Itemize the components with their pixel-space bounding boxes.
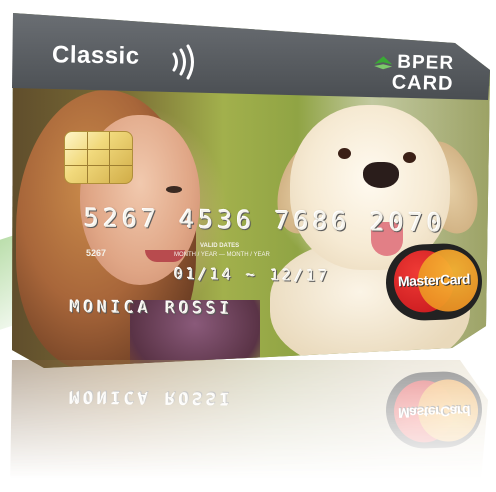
mastercard-logo-icon: MasterCard [384, 242, 484, 322]
mastercard-label: MasterCard [397, 270, 471, 290]
brand-top-row: BPER [372, 52, 454, 74]
card-number-short: 5267 [86, 248, 107, 258]
card-number: 5267 4536 7686 2070 [83, 203, 447, 238]
chip-icon [64, 131, 133, 184]
card-brand: BPER CARD [371, 52, 454, 96]
reflection-cardholder-name: MONICA ROSSI [69, 387, 234, 408]
woman-eye-right [166, 186, 182, 193]
reflection-mastercard-label: MasterCard [397, 402, 471, 422]
valid-dates: 01/14 ~ 12/17 [173, 264, 331, 286]
dog-eye-right [403, 152, 416, 163]
contactless-icon [172, 44, 194, 80]
dog-eye-left [338, 148, 351, 159]
card-reflection: MONICA ROSSI MasterCard [0, 360, 496, 492]
reflection-mastercard-logo: MasterCard [384, 370, 484, 450]
dog-nose [363, 162, 399, 188]
valid-dates-sublabel: MONTH / YEAR — MONTH / YEAR [174, 252, 270, 258]
bper-logo-icon [374, 56, 393, 70]
cardholder-name: MONICA ROSSI [69, 297, 234, 318]
valid-dates-label: VALID DATES [200, 243, 240, 249]
reflection-surface: MONICA ROSSI MasterCard [10, 360, 488, 492]
card-product-name: Classic [51, 41, 140, 70]
brand-subtitle: CARD [391, 71, 454, 96]
